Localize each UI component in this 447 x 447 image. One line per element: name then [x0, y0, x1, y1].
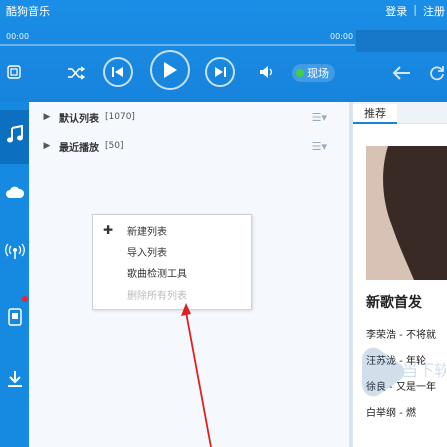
playlist-name: 默认列表: [59, 113, 99, 125]
list-icon[interactable]: [6, 64, 22, 80]
playlist-menu-icon[interactable]: ☰▾: [312, 111, 327, 124]
sidebar: [0, 102, 29, 447]
sidebar-item-music[interactable]: [0, 110, 29, 164]
header-strip: [356, 30, 447, 52]
account-links: 登录 | 注册: [385, 3, 445, 19]
radio-icon: [4, 242, 25, 264]
time-elapsed: 00:00: [6, 32, 30, 41]
live-label: 现场: [307, 67, 329, 80]
previous-icon[interactable]: [103, 57, 133, 87]
menu-item-label: 导入列表: [127, 247, 167, 259]
tab-bar: 推荐: [353, 102, 447, 124]
music-note-icon: [6, 124, 24, 149]
title-bar: 酷狗音乐 登录 | 注册 00:00 00:00 现场: [0, 0, 447, 102]
shuffle-icon[interactable]: [66, 65, 86, 81]
expand-arrow-icon[interactable]: ▶: [39, 141, 55, 151]
playlist-menu-icon[interactable]: ☰▾: [312, 140, 327, 153]
playlist-row[interactable]: ▶ 最近播放 [50] ☰▾: [29, 136, 349, 156]
playlist-count: [50]: [105, 141, 124, 151]
menu-item-label: 删除所有列表: [127, 290, 187, 302]
next-icon[interactable]: [205, 57, 235, 87]
menu-item-label: 新建列表: [127, 226, 167, 238]
playlist-count: [1070]: [105, 112, 135, 122]
new-playlist-menu-item[interactable]: ✚ 新建列表: [93, 221, 253, 239]
watermark-logo: 当下软件园: [352, 340, 447, 440]
volume-icon[interactable]: [258, 64, 276, 80]
play-icon[interactable]: [150, 50, 190, 90]
playlist-row[interactable]: ▶ 默认列表 [1070] ☰▾: [29, 107, 349, 127]
delete-all-playlists-menu-item: 删除所有列表: [93, 285, 253, 303]
download-icon: [6, 370, 24, 392]
sidebar-item-radio[interactable]: [0, 226, 29, 280]
import-playlist-menu-item[interactable]: 导入列表: [93, 242, 253, 260]
progress-bar[interactable]: [0, 44, 355, 46]
tab-recommend[interactable]: 推荐: [353, 104, 397, 124]
login-link[interactable]: 登录: [385, 3, 407, 19]
sidebar-item-download[interactable]: [0, 354, 29, 408]
mobile-icon: [7, 308, 22, 330]
link-separator: |: [413, 3, 417, 16]
menu-item-label: 歌曲检测工具: [127, 268, 187, 280]
cloud-icon: [5, 184, 25, 203]
watermark-text: 当下软件园: [402, 361, 446, 380]
back-arrow-icon[interactable]: [390, 64, 412, 82]
plus-icon: ✚: [103, 223, 114, 237]
playlist-name: 最近播放: [59, 142, 99, 154]
app-title: 酷狗音乐: [6, 5, 50, 18]
notification-dot: [22, 296, 28, 302]
register-link[interactable]: 注册: [423, 3, 445, 19]
refresh-icon[interactable]: [428, 64, 446, 82]
song-check-tool-menu-item[interactable]: 歌曲检测工具: [93, 263, 253, 281]
section-title: 新歌首发: [366, 295, 422, 311]
time-total: 00:00: [330, 32, 354, 41]
context-menu: ✚ 新建列表 导入列表 歌曲检测工具 删除所有列表: [92, 214, 252, 310]
expand-arrow-icon[interactable]: ▶: [39, 112, 55, 122]
live-toggle[interactable]: 现场: [292, 64, 335, 82]
sidebar-item-cloud[interactable]: [0, 166, 29, 220]
sidebar-item-mobile[interactable]: [0, 292, 29, 346]
album-cover[interactable]: [366, 146, 447, 280]
live-indicator: [296, 69, 304, 77]
